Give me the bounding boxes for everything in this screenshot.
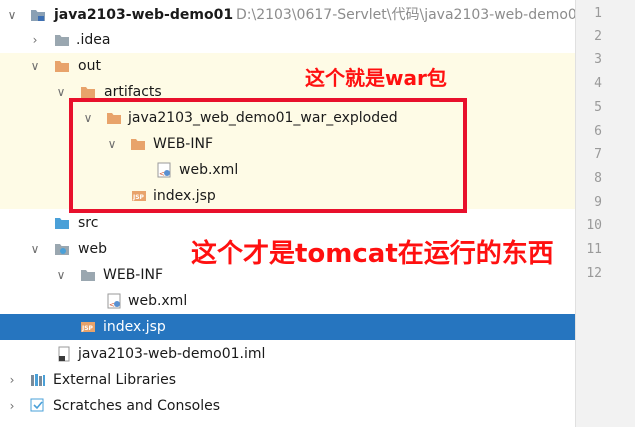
tree-row-project[interactable]: ∨ java2103-web-demo01 D:\2103\0617-Servl… bbox=[0, 2, 586, 28]
tree-label: web bbox=[78, 241, 107, 257]
source-folder-icon bbox=[55, 218, 69, 229]
folder-icon bbox=[81, 270, 95, 281]
tree-row-iml[interactable]: java2103-web-demo01.iml bbox=[0, 341, 575, 367]
line-number: 10 bbox=[586, 218, 602, 233]
project-path: D:\2103\0617-Servlet\代码\java2103-web-dem… bbox=[236, 7, 586, 23]
project-tree: ∨ java2103-web-demo01 D:\2103\0617-Servl… bbox=[0, 0, 586, 427]
jsp-file-icon: JSP bbox=[81, 322, 95, 332]
module-file-icon bbox=[58, 346, 70, 362]
chevron-down-icon[interactable]: ∨ bbox=[53, 79, 69, 105]
line-number: 11 bbox=[586, 242, 602, 257]
line-number: 5 bbox=[594, 100, 602, 115]
svg-text:<: < bbox=[109, 301, 115, 309]
project-name: java2103-web-demo01 bbox=[54, 7, 234, 23]
line-number: 1 bbox=[594, 6, 602, 21]
tree-label: WEB-INF bbox=[103, 267, 163, 283]
tree-label: web.xml bbox=[128, 293, 188, 309]
line-number: 6 bbox=[594, 124, 602, 139]
chevron-right-icon[interactable]: › bbox=[4, 367, 20, 393]
chevron-right-icon[interactable]: › bbox=[4, 393, 20, 419]
annotation-tomcat: 这个才是tomcat在运行的东西 bbox=[191, 239, 554, 269]
line-number: 3 bbox=[594, 52, 602, 67]
folder-icon bbox=[55, 35, 69, 46]
web-folder-icon bbox=[55, 244, 69, 255]
line-number: 8 bbox=[594, 171, 602, 186]
highlight-box bbox=[69, 98, 467, 213]
chevron-down-icon[interactable]: ∨ bbox=[27, 236, 43, 262]
tree-label: java2103-web-demo01.iml bbox=[78, 346, 266, 362]
tree-row-out[interactable]: ∨ out bbox=[0, 53, 575, 79]
tree-row-external-libraries[interactable]: › External Libraries bbox=[0, 367, 575, 393]
folder-icon bbox=[55, 61, 69, 72]
xml-file-icon: < bbox=[107, 293, 121, 309]
tree-label: src bbox=[78, 215, 99, 231]
chevron-down-icon[interactable]: ∨ bbox=[27, 53, 43, 79]
scratches-icon bbox=[30, 398, 44, 412]
line-number: 4 bbox=[594, 76, 602, 91]
line-number: 7 bbox=[594, 147, 602, 162]
line-number: 2 bbox=[594, 29, 602, 44]
tree-label: out bbox=[78, 58, 101, 74]
line-number-gutter: 1 2 3 4 5 6 7 8 9 10 11 12 bbox=[575, 0, 635, 427]
library-icon bbox=[31, 374, 45, 386]
tree-row-webxml-web[interactable]: < web.xml bbox=[0, 288, 575, 314]
chevron-down-icon[interactable]: ∨ bbox=[53, 262, 69, 288]
tree-row-scratches[interactable]: › Scratches and Consoles bbox=[0, 393, 575, 419]
svg-text:JSP: JSP bbox=[81, 325, 94, 332]
chevron-down-icon[interactable]: ∨ bbox=[4, 2, 20, 28]
annotation-war: 这个就是war包 bbox=[305, 66, 447, 90]
project-folder-icon bbox=[31, 10, 45, 21]
tree-row-idea[interactable]: › .idea bbox=[0, 27, 575, 53]
tree-label: Scratches and Consoles bbox=[53, 398, 220, 414]
chevron-right-icon[interactable]: › bbox=[27, 27, 43, 53]
line-number: 12 bbox=[586, 266, 602, 281]
tree-label: External Libraries bbox=[53, 372, 176, 388]
tree-label: .idea bbox=[76, 32, 111, 48]
tree-row-indexjsp-web[interactable]: JSP index.jsp bbox=[0, 314, 575, 340]
tree-label: index.jsp bbox=[103, 319, 166, 335]
line-number: 9 bbox=[594, 195, 602, 210]
